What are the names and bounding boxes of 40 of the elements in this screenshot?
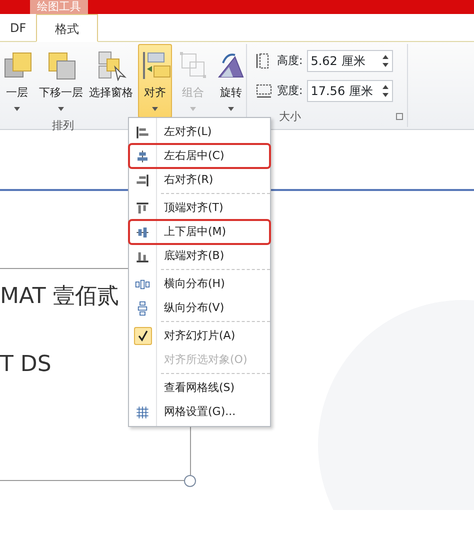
menu-item[interactable]: 顶端对齐(T) bbox=[129, 196, 270, 220]
menu-item[interactable]: 查看网格线(S) bbox=[129, 376, 270, 400]
resize-handle[interactable] bbox=[184, 475, 196, 487]
align-left-icon bbox=[135, 124, 150, 140]
menu-item[interactable]: 纵向分布(V) bbox=[129, 296, 270, 320]
menu-item[interactable]: 底端对齐(B) bbox=[129, 244, 270, 268]
menu-item[interactable]: 上下居中(M) bbox=[129, 220, 270, 244]
field-label: 高度: bbox=[277, 52, 303, 69]
grid-icon bbox=[135, 404, 150, 420]
contextual-tab-label: 绘图工具 bbox=[30, 0, 88, 14]
spin-arrows-icon[interactable] bbox=[382, 84, 389, 98]
ribbon-tab[interactable]: DF bbox=[0, 14, 36, 42]
menu-item[interactable]: 右对齐(R) bbox=[129, 168, 270, 192]
align-center-icon bbox=[135, 148, 150, 164]
dialog-launcher-icon[interactable] bbox=[396, 113, 403, 120]
spin-field[interactable]: 17.56 厘米 bbox=[306, 80, 393, 102]
group-label: 大小 bbox=[278, 108, 301, 124]
align-top-icon bbox=[135, 200, 150, 216]
ribbon-button[interactable]: 下移一层 bbox=[38, 44, 84, 118]
ribbon-button[interactable]: 选择窗格 bbox=[88, 44, 134, 118]
ribbon-button[interactable]: 对齐 bbox=[138, 44, 172, 118]
slide-text: MAT 壹佰贰 bbox=[0, 283, 119, 311]
ribbon-button[interactable]: 旋转 bbox=[214, 44, 248, 118]
group-label: 排列 bbox=[52, 118, 74, 134]
menu-item[interactable]: 横向分布(H) bbox=[129, 272, 270, 296]
menu-item[interactable]: 左对齐(L) bbox=[129, 120, 270, 144]
align-middle-icon bbox=[135, 224, 150, 240]
ribbon-button[interactable]: 一层 bbox=[0, 44, 34, 118]
group-icon bbox=[177, 49, 209, 81]
spin-field[interactable]: 5.62 厘米 bbox=[306, 50, 393, 72]
spin-arrows-icon[interactable] bbox=[382, 54, 389, 68]
slide-text: T DS bbox=[0, 351, 52, 379]
menu-item[interactable]: 网格设置(G)... bbox=[129, 400, 270, 424]
distribute-vertical-icon bbox=[135, 300, 150, 316]
ribbon-tab[interactable]: 格式 bbox=[36, 14, 98, 42]
menu-item[interactable]: 对齐幻灯片(A) bbox=[129, 324, 270, 348]
width-icon bbox=[255, 82, 273, 100]
align-right-icon bbox=[135, 172, 150, 188]
field-label: 宽度: bbox=[277, 82, 303, 99]
menu-item[interactable]: 左右居中(C) bbox=[129, 144, 270, 168]
